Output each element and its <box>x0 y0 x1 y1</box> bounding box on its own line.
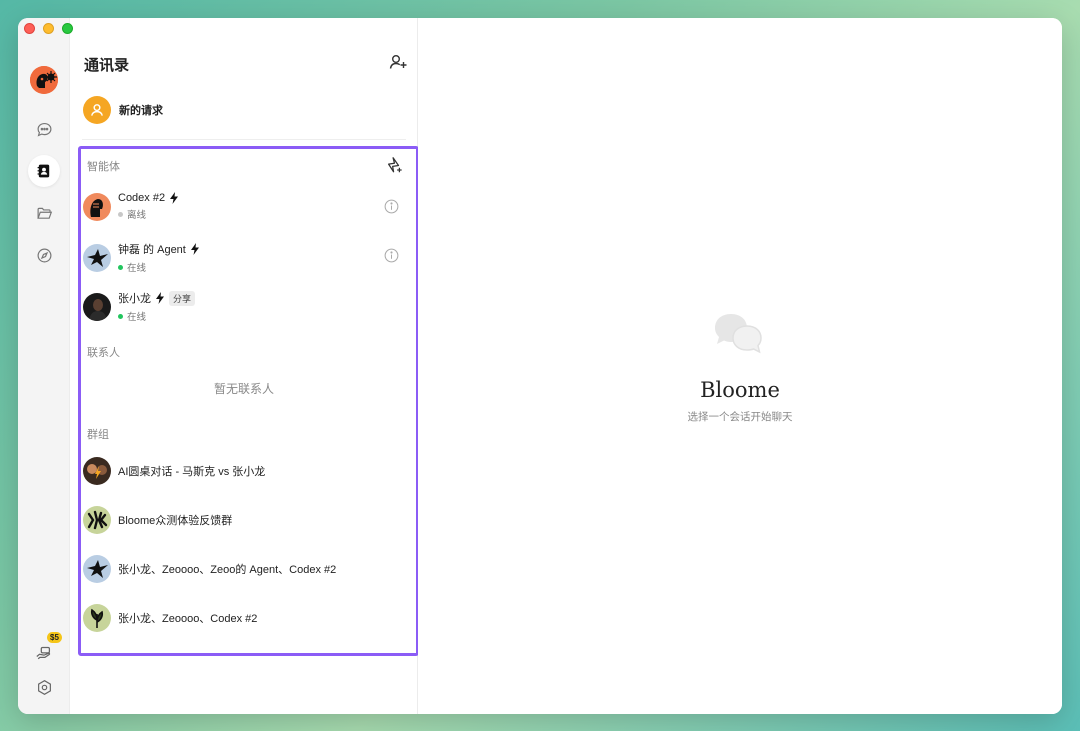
close-window-button[interactable] <box>24 23 35 34</box>
person-icon <box>83 96 111 124</box>
status-text: 在线 <box>127 263 147 274</box>
nav-rail: $5 <box>18 18 70 714</box>
avatar <box>83 457 111 485</box>
zoom-window-button[interactable] <box>62 23 73 34</box>
bolt-icon <box>190 243 199 255</box>
status-text: 在线 <box>127 312 147 323</box>
status-dot <box>118 211 123 217</box>
agent-name: 钟磊 的 Agent <box>118 244 186 256</box>
group-name: 张小龙、Zeoooo、Zeoo的 Agent、Codex #2 <box>118 564 337 576</box>
avatar <box>83 555 111 583</box>
group-item[interactable]: AI圆桌对话 - 马斯克 vs 张小龙 <box>83 457 265 485</box>
chat-area: Bloome 选择一个会话开始聊天 <box>418 18 1062 714</box>
group-name: AI圆桌对话 - 马斯克 vs 张小龙 <box>118 466 266 478</box>
agent-name: 张小龙 <box>118 293 151 305</box>
minimize-window-button[interactable] <box>43 23 54 34</box>
agent-name: Codex #2 <box>118 192 166 204</box>
add-friend-icon[interactable] <box>388 52 408 72</box>
status-dot <box>118 313 123 319</box>
page-title: 通讯录 <box>84 57 130 74</box>
empty-contacts-text: 暂无联系人 <box>213 382 274 396</box>
avatar <box>83 604 111 632</box>
empty-state-hint: 选择一个会话开始聊天 <box>687 411 793 423</box>
avatar <box>83 292 111 321</box>
group-name: 张小龙、Zeoooo、Codex #2 <box>118 613 258 625</box>
new-request-item[interactable]: 新的请求 <box>83 96 163 124</box>
status-text: 离线 <box>127 210 147 221</box>
brand-title: Bloome <box>700 378 780 402</box>
new-request-label: 新的请求 <box>119 105 163 117</box>
settings-icon[interactable] <box>28 671 60 703</box>
groups-section-label: 群组 <box>87 429 109 441</box>
info-icon[interactable] <box>384 199 399 214</box>
avatar <box>83 506 111 534</box>
wallet-icon[interactable] <box>28 636 60 668</box>
info-icon[interactable] <box>384 248 399 263</box>
folder-icon[interactable] <box>28 197 60 229</box>
share-tag: 分享 <box>169 290 196 306</box>
traffic-lights <box>24 23 73 34</box>
avatar <box>83 192 111 221</box>
bolt-icon <box>170 192 179 204</box>
group-item[interactable]: Bloome众测体验反馈群 <box>83 506 232 534</box>
bolt-icon <box>156 292 164 304</box>
app-window: $5 通讯录 新的请求 智能体 Codex #2 离线 钟磊 的 Agent 在… <box>18 18 1062 714</box>
chat-icon[interactable] <box>28 113 60 145</box>
contacts-section-label: 联系人 <box>87 347 120 359</box>
compass-icon[interactable] <box>28 239 60 271</box>
contacts-panel: 通讯录 新的请求 智能体 Codex #2 离线 钟磊 的 Agent 在线 张… <box>70 18 419 714</box>
divider <box>82 139 406 140</box>
status-dot <box>118 264 123 270</box>
agent-item-zhonglei[interactable]: 钟磊 的 Agent 在线 <box>83 241 200 274</box>
group-name: Bloome众测体验反馈群 <box>118 515 233 527</box>
agents-section-label: 智能体 <box>87 161 120 173</box>
contacts-icon[interactable] <box>28 155 60 187</box>
agent-item-zhangxiaolong[interactable]: 张小龙 分享 在线 <box>83 290 196 323</box>
group-item[interactable]: 张小龙、Zeoooo、Codex #2 <box>83 604 257 632</box>
group-item[interactable]: 张小龙、Zeoooo、Zeoo的 Agent、Codex #2 <box>83 555 336 583</box>
sparkle-icon[interactable] <box>385 156 403 174</box>
avatar <box>83 243 111 272</box>
agent-item-codex[interactable]: Codex #2 离线 <box>83 192 179 221</box>
chat-bubbles-icon <box>711 310 767 358</box>
user-avatar[interactable] <box>30 66 58 94</box>
